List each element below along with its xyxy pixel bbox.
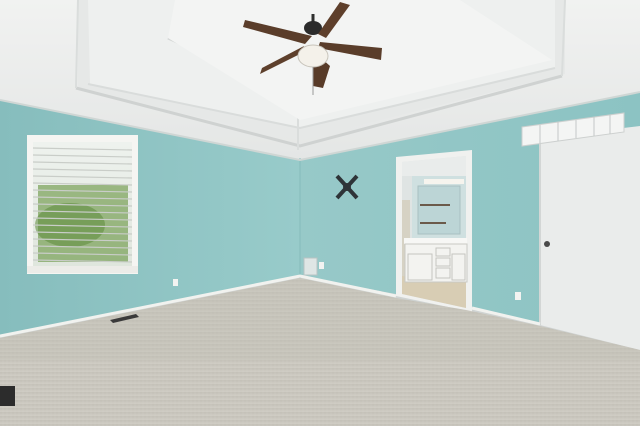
wall-vent <box>303 257 318 276</box>
closet-door <box>539 126 640 350</box>
wall-outlet <box>515 292 521 300</box>
wall-outlet <box>173 279 178 286</box>
bedroom-photo <box>0 0 640 426</box>
wall-outlet <box>319 262 324 269</box>
doorway-to-bathroom <box>396 150 472 312</box>
door-knob <box>544 241 550 247</box>
bathroom-vanity <box>404 238 468 283</box>
floor-vent <box>0 386 15 406</box>
window-with-blinds <box>27 135 138 274</box>
